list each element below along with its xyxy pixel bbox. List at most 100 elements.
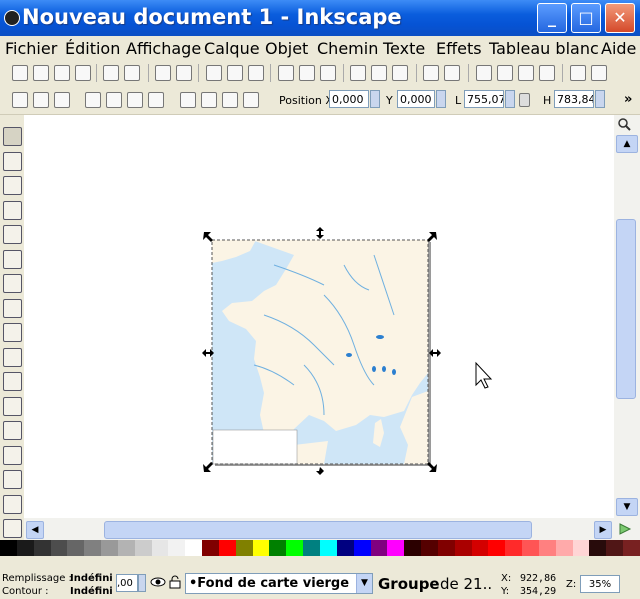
connector-tool-icon[interactable] — [3, 470, 22, 489]
menu-edition[interactable]: Édition — [65, 39, 120, 58]
height-spinner[interactable] — [595, 90, 605, 108]
position-x-spinner[interactable] — [370, 90, 380, 108]
palette-swatch[interactable] — [623, 540, 640, 556]
duplicate-icon[interactable] — [350, 65, 366, 81]
export-icon[interactable] — [124, 65, 140, 81]
star-tool-icon[interactable] — [3, 298, 22, 318]
palette-swatch[interactable] — [606, 540, 624, 556]
toolbar-overflow-button[interactable]: » — [624, 92, 632, 107]
raise-top-icon[interactable] — [180, 92, 196, 108]
fill-stroke-icon[interactable] — [476, 65, 492, 81]
chevron-down-icon[interactable]: ▼ — [356, 574, 372, 593]
menu-objet[interactable]: Objet — [265, 39, 308, 58]
pencil-tool-icon[interactable] — [3, 347, 22, 367]
raise-icon[interactable] — [201, 92, 217, 108]
position-y-input[interactable]: 0,000 — [397, 90, 435, 108]
palette-swatch[interactable] — [134, 540, 152, 556]
width-input[interactable]: 755,074 — [464, 90, 504, 108]
paint-bucket-tool-icon[interactable] — [3, 421, 22, 440]
flip-vertical-icon[interactable] — [148, 92, 164, 108]
scroll-left-button[interactable]: ◀ — [26, 521, 44, 539]
palette-swatch[interactable] — [538, 540, 556, 556]
menu-aide[interactable]: Aide — [601, 39, 636, 58]
select-all-icon[interactable] — [12, 92, 28, 108]
maximize-button[interactable]: □ — [571, 3, 601, 33]
scroll-down-button[interactable]: ▼ — [616, 498, 638, 516]
print-icon[interactable] — [75, 65, 91, 81]
drawing-canvas[interactable] — [24, 115, 614, 518]
opacity-spinner[interactable] — [138, 574, 146, 592]
clone-icon[interactable] — [371, 65, 387, 81]
text-tool-icon[interactable] — [3, 445, 22, 465]
palette-swatch[interactable] — [101, 540, 119, 556]
palette-swatch[interactable] — [589, 540, 607, 556]
palette-swatch[interactable] — [50, 540, 68, 556]
menu-effets[interactable]: Effets — [436, 39, 482, 58]
palette-swatch[interactable] — [353, 540, 371, 556]
flip-horizontal-icon[interactable] — [127, 92, 143, 108]
vertical-scrollbar[interactable]: ▲ ▼ — [614, 115, 640, 518]
width-spinner[interactable] — [505, 90, 515, 108]
group-icon[interactable] — [423, 65, 439, 81]
spiral-tool-icon[interactable] — [3, 323, 22, 342]
scroll-right-button[interactable]: ▶ — [594, 521, 612, 539]
undo-icon[interactable] — [155, 65, 171, 81]
position-x-input[interactable]: 0,000 — [329, 90, 369, 108]
rectangle-tool-icon[interactable] — [3, 225, 22, 244]
zoom-page-icon[interactable] — [320, 65, 336, 81]
text-font-icon[interactable] — [497, 65, 513, 81]
palette-swatch[interactable] — [437, 540, 455, 556]
align-icon[interactable] — [539, 65, 555, 81]
import-icon[interactable] — [103, 65, 119, 81]
palette-swatch[interactable] — [387, 540, 405, 556]
rotate-cw-icon[interactable] — [106, 92, 122, 108]
ungroup-icon[interactable] — [444, 65, 460, 81]
palette-swatch[interactable] — [471, 540, 489, 556]
menu-texte[interactable]: Texte — [383, 39, 425, 58]
close-button[interactable]: ✕ — [605, 3, 635, 33]
lock-ratio-icon[interactable] — [519, 93, 530, 107]
palette-swatch[interactable] — [286, 540, 304, 556]
palette-swatch[interactable] — [320, 540, 337, 556]
palette-swatch[interactable] — [168, 540, 186, 556]
horizontal-scroll-thumb[interactable] — [104, 521, 532, 539]
palette-swatch[interactable] — [235, 540, 253, 556]
fill-value[interactable]: Indéfini — [70, 573, 113, 584]
select-all-layers-icon[interactable] — [33, 92, 49, 108]
palette-swatch[interactable] — [421, 540, 439, 556]
lock-icon[interactable] — [169, 575, 181, 589]
xml-editor-icon[interactable] — [518, 65, 534, 81]
palette-swatch[interactable] — [303, 540, 321, 556]
palette-swatch[interactable] — [202, 540, 220, 556]
lower-bottom-icon[interactable] — [243, 92, 259, 108]
palette-swatch[interactable] — [67, 540, 85, 556]
palette-swatch[interactable] — [33, 540, 51, 556]
palette-swatch[interactable] — [269, 540, 287, 556]
palette-swatch[interactable] — [404, 540, 422, 556]
document-properties-icon[interactable] — [591, 65, 607, 81]
palette-swatch[interactable] — [370, 540, 388, 556]
menu-tableau-blanc[interactable]: Tableau blanc — [489, 39, 599, 58]
opacity-input[interactable]: ,00 — [116, 574, 138, 592]
save-icon[interactable] — [54, 65, 70, 81]
palette-swatch[interactable] — [252, 540, 270, 556]
palette-swatch[interactable] — [505, 540, 523, 556]
palette-swatch[interactable] — [185, 540, 203, 556]
height-input[interactable]: 783,846 — [554, 90, 594, 108]
lower-icon[interactable] — [222, 92, 238, 108]
node-tool-icon[interactable] — [3, 151, 22, 171]
cut-icon[interactable] — [227, 65, 243, 81]
menu-calque[interactable]: Calque — [204, 39, 260, 58]
palette-swatch[interactable] — [151, 540, 169, 556]
zoom-drawing-icon[interactable] — [299, 65, 315, 81]
zoom-tool-icon[interactable] — [3, 200, 22, 220]
horizontal-scrollbar[interactable]: ◀ ▶ — [24, 518, 640, 540]
minimize-button[interactable]: _ — [537, 3, 567, 33]
palette-swatch[interactable] — [522, 540, 540, 556]
box-3d-tool-icon[interactable] — [3, 249, 22, 269]
pen-tool-icon[interactable] — [3, 372, 22, 391]
palette-swatch[interactable] — [218, 540, 236, 556]
open-icon[interactable] — [33, 65, 49, 81]
zoom-selection-icon[interactable] — [278, 65, 294, 81]
deselect-icon[interactable] — [54, 92, 70, 108]
